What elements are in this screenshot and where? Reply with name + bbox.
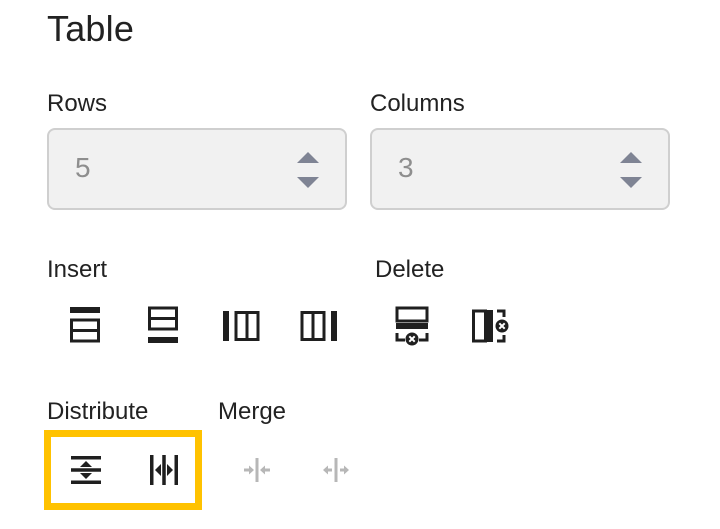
distribute-rows-icon bbox=[71, 456, 101, 484]
rows-decrement-icon[interactable] bbox=[297, 177, 319, 188]
rows-value[interactable]: 5 bbox=[75, 152, 91, 184]
delete-column-button[interactable] bbox=[470, 306, 510, 346]
insert-column-right-icon bbox=[300, 311, 337, 341]
insert-row-below-icon bbox=[148, 306, 178, 343]
insert-row-below-button[interactable] bbox=[143, 306, 183, 346]
insert-column-left-icon bbox=[223, 311, 260, 341]
merge-label: Merge bbox=[218, 398, 287, 425]
merge-columns-icon bbox=[244, 458, 270, 482]
delete-label: Delete bbox=[375, 256, 445, 283]
delete-row-icon bbox=[395, 306, 429, 346]
split-columns-button[interactable] bbox=[316, 450, 356, 490]
merge-columns-button[interactable] bbox=[237, 450, 277, 490]
distribute-columns-button[interactable] bbox=[144, 450, 184, 490]
rows-stepper-arrows[interactable] bbox=[297, 152, 319, 188]
columns-increment-icon[interactable] bbox=[620, 152, 642, 163]
insert-column-right-button[interactable] bbox=[299, 306, 339, 346]
insert-label: Insert bbox=[47, 256, 108, 283]
distribute-label: Distribute bbox=[47, 398, 149, 425]
columns-value[interactable]: 3 bbox=[398, 152, 414, 184]
distribute-rows-button[interactable] bbox=[66, 450, 106, 490]
delete-row-button[interactable] bbox=[392, 306, 432, 346]
panel-title: Table bbox=[47, 8, 135, 49]
columns-label: Columns bbox=[370, 90, 465, 117]
insert-column-left-button[interactable] bbox=[222, 306, 262, 346]
rows-stepper[interactable]: 5 bbox=[47, 128, 347, 210]
insert-row-above-button[interactable] bbox=[65, 306, 105, 346]
columns-stepper-arrows[interactable] bbox=[620, 152, 642, 188]
rows-increment-icon[interactable] bbox=[297, 152, 319, 163]
columns-decrement-icon[interactable] bbox=[620, 177, 642, 188]
columns-stepper[interactable]: 3 bbox=[370, 128, 670, 210]
distribute-columns-icon bbox=[150, 455, 178, 485]
split-columns-icon bbox=[323, 458, 349, 482]
insert-row-above-icon bbox=[70, 307, 100, 343]
delete-column-icon bbox=[472, 309, 509, 343]
rows-label: Rows bbox=[47, 90, 108, 117]
